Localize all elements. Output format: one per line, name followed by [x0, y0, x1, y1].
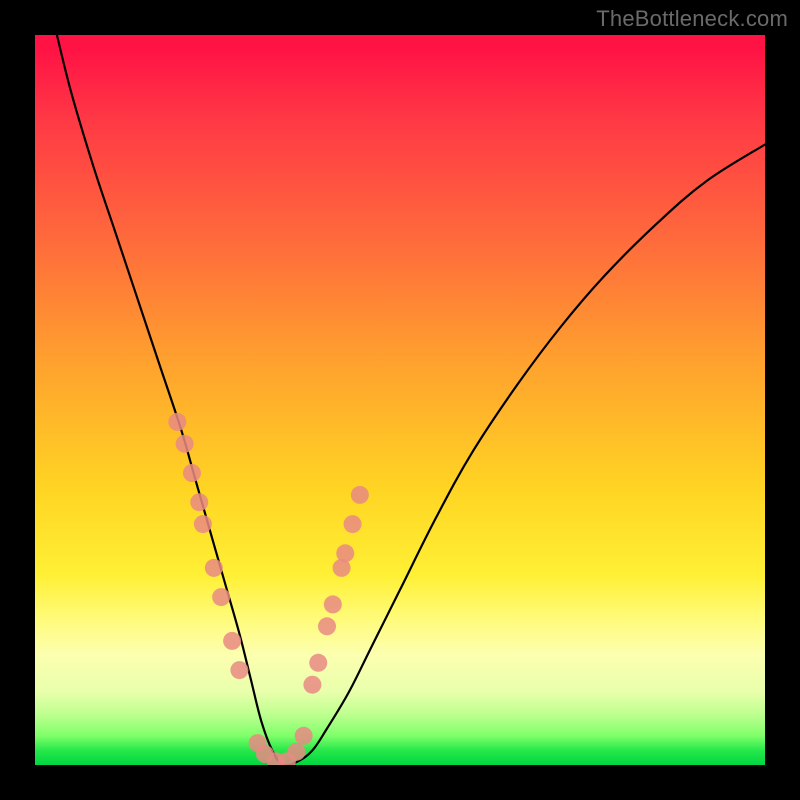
marker-dot — [190, 493, 208, 511]
marker-dot — [344, 515, 362, 533]
marker-dot — [230, 661, 248, 679]
curve-layer — [57, 35, 765, 765]
marker-layer — [168, 413, 369, 765]
watermark-text: TheBottleneck.com — [596, 6, 788, 32]
chart-frame: TheBottleneck.com — [0, 0, 800, 800]
marker-dot — [194, 515, 212, 533]
marker-dot — [183, 464, 201, 482]
marker-dot — [303, 676, 321, 694]
marker-dot — [223, 632, 241, 650]
marker-dot — [324, 595, 342, 613]
series-bottleneck-curve — [57, 35, 765, 765]
marker-dot — [168, 413, 186, 431]
marker-dot — [336, 544, 354, 562]
chart-svg — [35, 35, 765, 765]
marker-dot — [212, 588, 230, 606]
marker-dot — [295, 727, 313, 745]
marker-dot — [176, 435, 194, 453]
plot-area — [35, 35, 765, 765]
marker-dot — [351, 486, 369, 504]
marker-dot — [309, 654, 327, 672]
marker-dot — [287, 743, 305, 761]
marker-dot — [318, 617, 336, 635]
marker-dot — [205, 559, 223, 577]
